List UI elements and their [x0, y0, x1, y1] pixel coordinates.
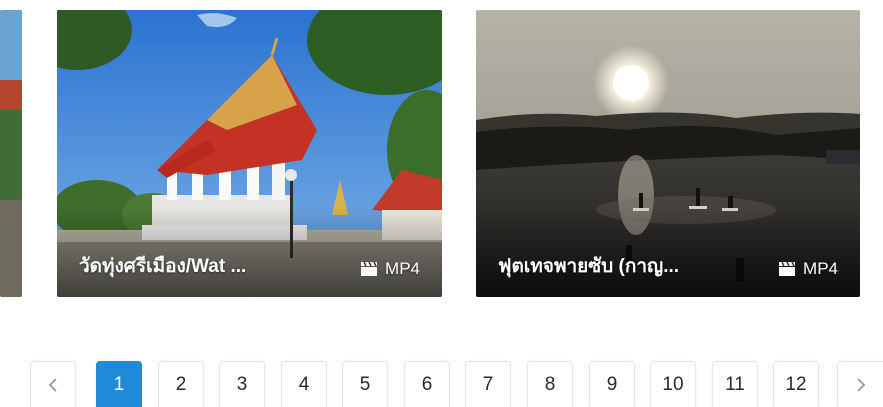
format-label: MP4: [803, 259, 838, 278]
page-button-2[interactable]: 2: [158, 361, 204, 407]
page-button-7[interactable]: 7: [465, 361, 511, 407]
video-card-lake[interactable]: ฟุตเทจพายซับ (กาญ... MP4: [476, 10, 860, 297]
film-clapper-icon: [779, 261, 796, 276]
card-title: วัดทุ่งศรีเมือง/Wat ...: [79, 256, 247, 277]
page-button-12[interactable]: 12: [773, 361, 819, 407]
film-clapper-icon: [361, 261, 378, 276]
page-button-5[interactable]: 5: [342, 361, 388, 407]
prev-page-button[interactable]: [30, 361, 76, 407]
page-button-3[interactable]: 3: [219, 361, 265, 407]
next-page-button[interactable]: [837, 361, 883, 407]
video-card-temple[interactable]: วัดทุ่งศรีเมือง/Wat ... MP4: [57, 10, 442, 297]
format-label: MP4: [385, 259, 420, 278]
page-button-10[interactable]: 10: [650, 361, 696, 407]
format-badge: MP4: [360, 259, 420, 279]
page-button-8[interactable]: 8: [527, 361, 573, 407]
page-button-6[interactable]: 6: [404, 361, 450, 407]
format-badge: MP4: [778, 259, 838, 279]
page-button-9[interactable]: 9: [589, 361, 635, 407]
card-title: ฟุตเทจพายซับ (กาญ...: [498, 256, 680, 277]
card-thumbnail: [0, 10, 22, 297]
chevron-left-icon: [48, 377, 57, 392]
chevron-right-icon: [856, 377, 865, 392]
page-button-4[interactable]: 4: [281, 361, 327, 407]
page-button-1[interactable]: 1: [96, 361, 142, 407]
pagination: 1 2 3 4 5 6 7 8 9 10 11 12: [0, 361, 883, 407]
video-card-partial[interactable]: [0, 10, 22, 297]
page-button-11[interactable]: 11: [712, 361, 758, 407]
